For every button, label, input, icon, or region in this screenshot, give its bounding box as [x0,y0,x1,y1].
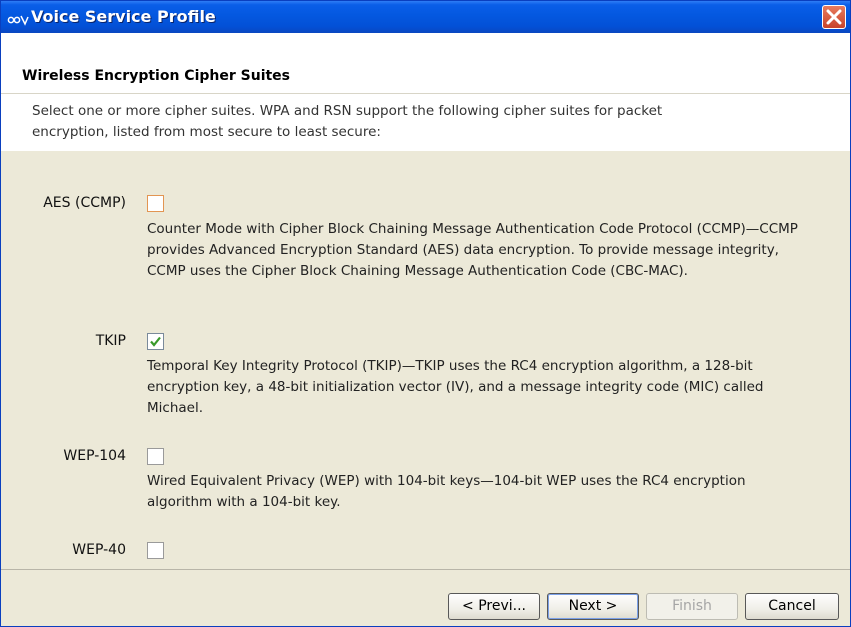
window-title: Voice Service Profile [31,7,216,26]
checkbox-wep-104[interactable] [147,448,164,465]
cipher-label-wep40: WEP-40 [72,542,126,558]
checkbox-wep-40[interactable] [147,542,164,559]
wizard-footer: < Previ... Next > Finish Cancel [1,570,850,626]
app-logo-icon [7,11,29,26]
cipher-description-aes: Counter Mode with Cipher Block Chaining … [147,221,798,279]
cipher-label-tkip: TKIP [95,333,126,349]
cipher-suite-list[interactable]: AES (CCMP) Counter Mode with Cipher Bloc… [1,151,850,569]
close-button[interactable] [822,5,846,29]
checkbox-aes-ccmp[interactable] [147,195,164,212]
cipher-description-wep104: Wired Equivalent Privacy (WEP) with 104-… [147,473,746,510]
next-button[interactable]: Next > [547,593,639,620]
page-description: Select one or more cipher suites. WPA an… [32,103,663,140]
cipher-description-tkip: Temporal Key Integrity Protocol (TKIP)—T… [147,358,764,416]
title-bar[interactable]: Voice Service Profile [1,1,850,33]
checkbox-tkip[interactable] [147,333,164,350]
dialog-window: Voice Service Profile Wireless Encryptio… [0,0,851,627]
wizard-header: Wireless Encryption Cipher Suites Select… [1,33,850,152]
page-title: Wireless Encryption Cipher Suites [22,68,291,84]
close-icon [826,9,842,25]
cipher-label-wep104: WEP-104 [63,448,126,464]
cipher-label-aes: AES (CCMP) [43,195,126,211]
cancel-button[interactable]: Cancel [745,593,839,620]
header-divider [1,93,850,94]
finish-button[interactable]: Finish [646,593,738,620]
previous-button[interactable]: < Previ... [448,593,540,620]
checkmark-icon [150,336,161,347]
